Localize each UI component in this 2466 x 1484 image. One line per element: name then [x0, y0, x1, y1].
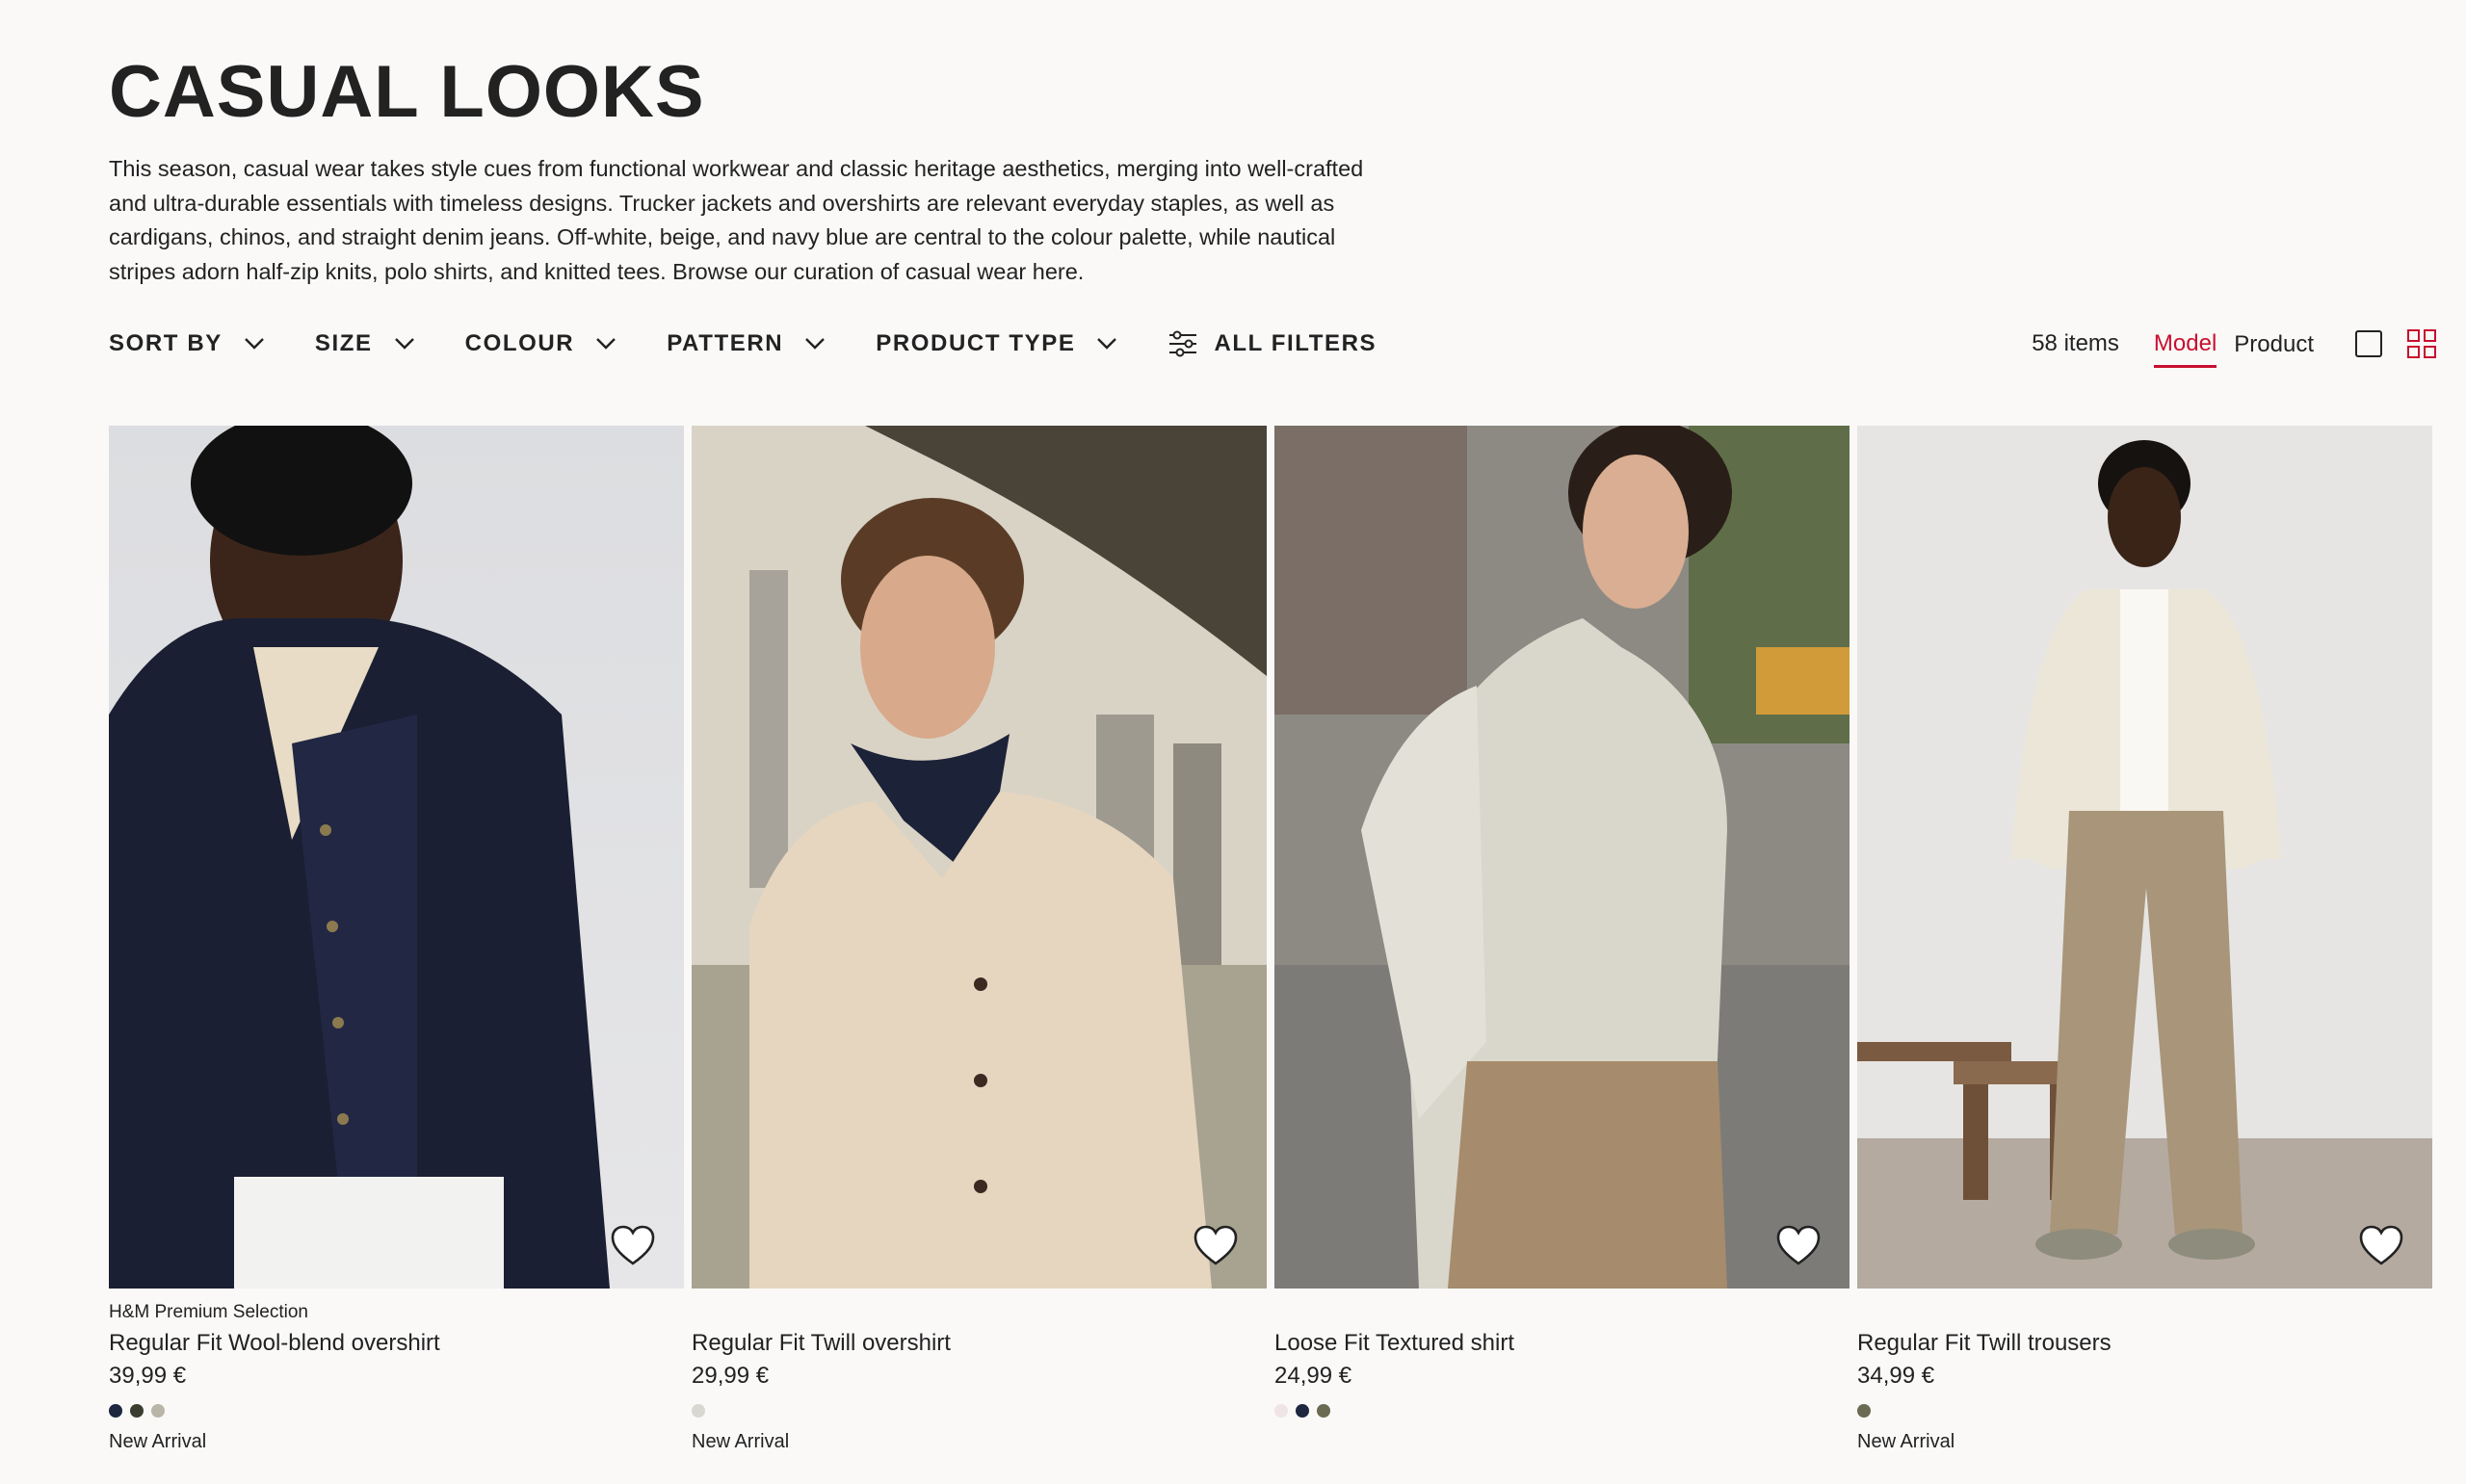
- colour-swatch[interactable]: [151, 1404, 165, 1418]
- single-column-view-button[interactable]: [2354, 329, 2383, 358]
- new-arrival-badge: New Arrival: [109, 1431, 207, 1452]
- colour-swatch[interactable]: [109, 1404, 122, 1418]
- colour-swatches: [109, 1404, 684, 1419]
- product-name[interactable]: Regular Fit Twill trousers: [1857, 1327, 2432, 1360]
- product-price: 39,99 €: [109, 1363, 187, 1389]
- product-price: 29,99 €: [692, 1363, 770, 1389]
- size-dropdown[interactable]: SIZE: [315, 330, 415, 357]
- product-image[interactable]: [1857, 426, 2432, 1289]
- chevron-down-icon: [805, 338, 826, 350]
- colour-dropdown[interactable]: COLOUR: [465, 330, 617, 357]
- colour-swatch[interactable]: [130, 1404, 144, 1418]
- product-type-dropdown[interactable]: PRODUCT TYPE: [876, 330, 1117, 357]
- product-price: 24,99 €: [1274, 1363, 1352, 1389]
- sort-by-dropdown[interactable]: SORT BY: [109, 330, 265, 357]
- product-image[interactable]: [692, 426, 1267, 1289]
- model-photo: [1857, 426, 2432, 1289]
- chevron-down-icon: [596, 338, 616, 350]
- item-count: 58 items: [2032, 330, 2119, 356]
- product-price: 34,99 €: [1857, 1363, 1935, 1389]
- colour-swatch[interactable]: [1317, 1404, 1330, 1418]
- product-image[interactable]: [1274, 426, 1850, 1289]
- colour-swatch[interactable]: [1857, 1404, 1871, 1418]
- product-image[interactable]: [109, 426, 684, 1289]
- grid-view-button[interactable]: [2406, 328, 2437, 359]
- product-name[interactable]: Regular Fit Twill overshirt: [692, 1327, 1267, 1360]
- colour-swatches: [1857, 1404, 2432, 1419]
- product-brand: [1274, 1302, 1850, 1323]
- pattern-dropdown[interactable]: PATTERN: [667, 330, 826, 357]
- product-brand: H&M Premium Selection: [109, 1302, 308, 1322]
- model-photo: [1274, 426, 1850, 1289]
- product-type-label: PRODUCT TYPE: [876, 330, 1076, 356]
- tab-product-view[interactable]: Product: [2234, 322, 2314, 366]
- product-card[interactable]: H&M Premium Selection Regular Fit Wool-b…: [109, 426, 684, 1453]
- product-brand: [692, 1302, 1267, 1323]
- new-arrival-badge: New Arrival: [1857, 1431, 1955, 1452]
- new-arrival-badge: New Arrival: [692, 1431, 790, 1452]
- product-name[interactable]: Regular Fit Wool-blend overshirt: [109, 1327, 684, 1360]
- product-name[interactable]: Loose Fit Textured shirt: [1274, 1327, 1850, 1360]
- all-filters-button[interactable]: ALL FILTERS: [1167, 329, 1377, 358]
- colour-swatches: [1274, 1404, 1850, 1419]
- product-card[interactable]: Regular Fit Twill trousers 34,99 € New A…: [1857, 426, 2432, 1453]
- product-brand: [1857, 1302, 2432, 1323]
- chevron-down-icon: [1097, 338, 1117, 350]
- chevron-down-icon: [394, 338, 414, 350]
- grid-icon: [2407, 329, 2436, 358]
- size-label: SIZE: [314, 330, 373, 356]
- page-title: CASUAL LOOKS: [109, 51, 705, 133]
- favourite-heart-icon[interactable]: [2359, 1225, 2403, 1267]
- colour-label: COLOUR: [464, 330, 575, 356]
- product-grid: H&M Premium Selection Regular Fit Wool-b…: [109, 426, 2432, 1453]
- model-photo: [109, 426, 684, 1289]
- favourite-heart-icon[interactable]: [1194, 1225, 1238, 1267]
- sliders-icon: [1169, 330, 1197, 357]
- filter-toolbar: SORT BY SIZE COLOUR PATTERN PRODUCT TYPE…: [109, 318, 2437, 370]
- all-filters-label: ALL FILTERS: [1214, 330, 1377, 356]
- product-card[interactable]: Loose Fit Textured shirt 24,99 €: [1274, 426, 1850, 1453]
- sort-by-label: SORT BY: [109, 330, 223, 356]
- favourite-heart-icon[interactable]: [1776, 1225, 1821, 1267]
- view-controls: 58 items Model Product: [2032, 321, 2437, 368]
- tab-model-view[interactable]: Model: [2153, 321, 2217, 368]
- page-description: This season, casual wear takes style cue…: [109, 156, 1364, 284]
- product-card[interactable]: Regular Fit Twill overshirt 29,99 € New …: [692, 426, 1267, 1453]
- colour-swatch[interactable]: [1274, 1404, 1288, 1418]
- colour-swatch[interactable]: [1296, 1404, 1309, 1418]
- colour-swatch[interactable]: [692, 1404, 705, 1418]
- model-photo: [692, 426, 1267, 1289]
- single-square-icon: [2355, 330, 2382, 357]
- colour-swatches: [692, 1404, 1267, 1419]
- pattern-label: PATTERN: [667, 330, 784, 356]
- favourite-heart-icon[interactable]: [611, 1225, 655, 1267]
- chevron-down-icon: [245, 338, 264, 350]
